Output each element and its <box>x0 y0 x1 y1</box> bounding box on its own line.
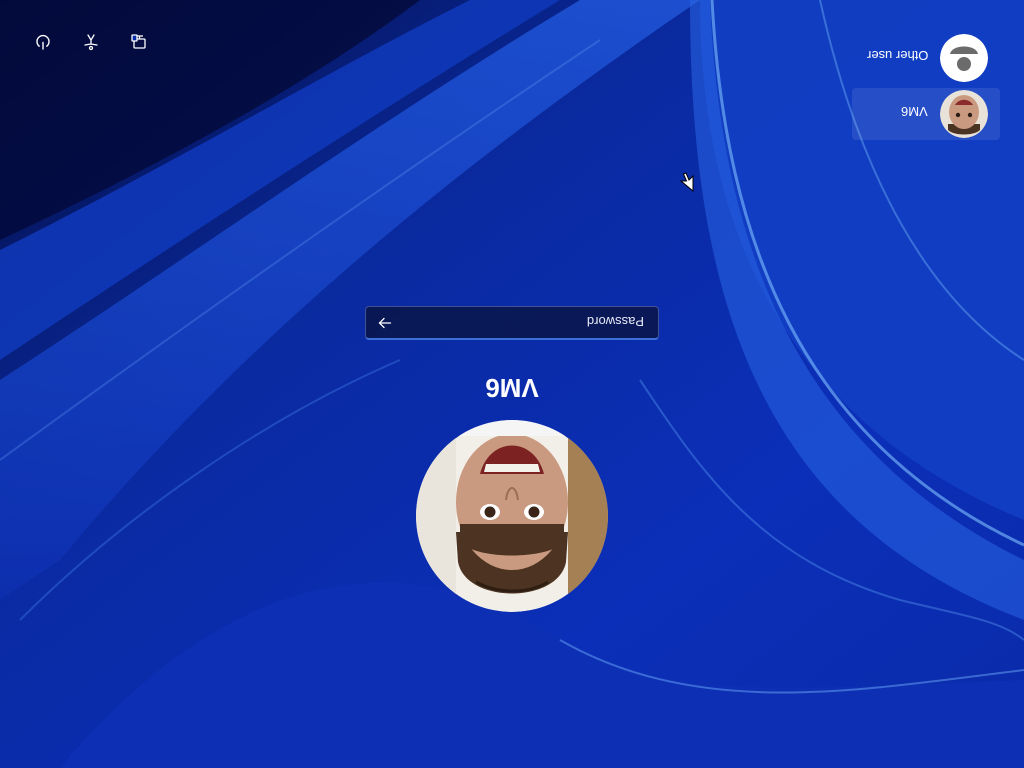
avatar <box>416 420 608 612</box>
network-button[interactable] <box>120 28 158 56</box>
network-icon <box>131 34 146 49</box>
password-field-container <box>365 306 659 340</box>
accessibility-icon <box>84 34 98 51</box>
user-tile-vm6[interactable]: VM6 <box>852 88 1000 140</box>
generic-user-icon <box>940 34 988 82</box>
user-tile-other-user[interactable]: Other user <box>852 32 1000 84</box>
system-buttons <box>24 28 158 56</box>
user-list: Other user VM6 <box>852 32 1000 144</box>
vm6-small-avatar <box>940 90 988 138</box>
user-tile-label: VM6 <box>901 104 928 119</box>
power-button[interactable] <box>24 28 62 56</box>
password-input[interactable] <box>430 307 650 337</box>
mouse-cursor-icon <box>680 172 694 192</box>
user-photo-icon <box>940 90 988 138</box>
submit-button[interactable] <box>372 310 398 336</box>
arrow-left-icon <box>378 317 392 329</box>
other-user-avatar <box>940 34 988 82</box>
power-icon <box>36 34 50 50</box>
user-photo-icon <box>416 420 608 612</box>
lock-screen: Other user VM6 VM6 <box>0 0 1024 768</box>
user-tile-label: Other user <box>866 48 928 63</box>
accessibility-button[interactable] <box>72 28 110 56</box>
